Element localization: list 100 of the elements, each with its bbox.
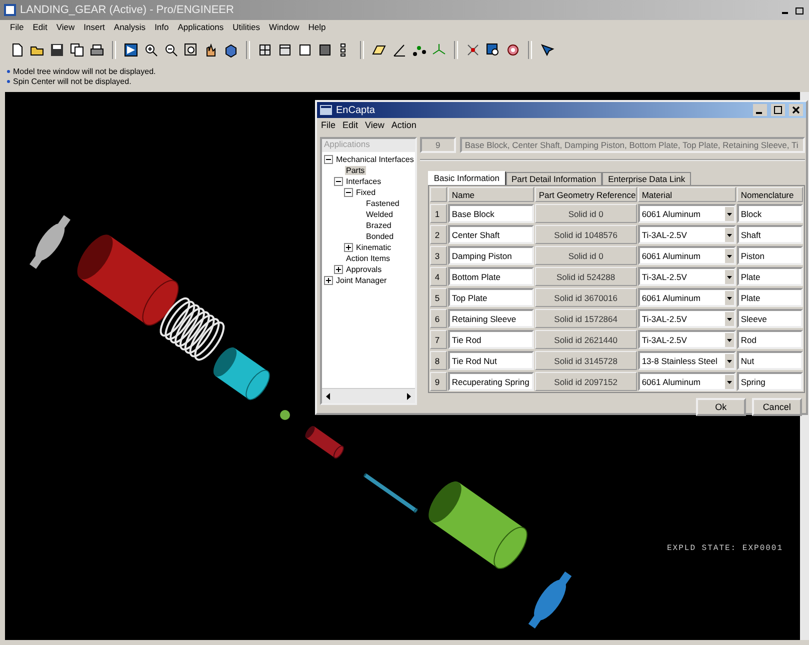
explode-state-label: EXPLD STATE: EXP0001 xyxy=(667,544,784,553)
material-dropdown[interactable]: 6061 Aluminum xyxy=(638,288,736,307)
name-field[interactable]: Tie Rod xyxy=(448,330,534,349)
material-dropdown[interactable]: 6061 Aluminum xyxy=(638,204,736,223)
geometry-button[interactable]: Solid id 524288 xyxy=(534,267,637,286)
expander-icon[interactable] xyxy=(344,243,353,252)
menu-item[interactable]: Applications xyxy=(178,22,224,36)
scroll-left-icon[interactable] xyxy=(324,392,333,400)
expander-icon[interactable] xyxy=(324,276,333,285)
geometry-button[interactable]: Solid id 0 xyxy=(534,246,637,265)
geometry-button[interactable]: Solid id 1572864 xyxy=(534,309,637,328)
nomenclature-field[interactable]: Block xyxy=(736,204,803,223)
nomenclature-field[interactable]: Plate xyxy=(736,288,803,307)
corner-header xyxy=(430,187,447,202)
dialog-button[interactable]: Cancel xyxy=(752,398,802,416)
nomenclature-field[interactable]: Plate xyxy=(736,267,803,286)
tree-item[interactable]: Action Items xyxy=(345,254,392,263)
end-cap xyxy=(528,572,572,628)
material-dropdown[interactable]: Ti-3AL-2.5V xyxy=(638,267,736,286)
tree-item[interactable]: Mechanical Interfaces xyxy=(335,155,415,164)
pages-icon[interactable] xyxy=(68,41,86,59)
menu-item[interactable]: Info xyxy=(154,22,169,36)
restore-icon[interactable] xyxy=(795,5,805,15)
ball xyxy=(280,410,290,420)
menu-item[interactable]: View xyxy=(56,22,75,36)
tree-item[interactable]: Approvals xyxy=(345,265,383,274)
geometry-button[interactable]: Solid id 3670016 xyxy=(534,288,637,307)
column-header[interactable]: Name xyxy=(448,187,534,202)
name-field[interactable]: Top Plate xyxy=(448,288,534,307)
nomenclature-field[interactable]: Sleeve xyxy=(736,309,803,328)
expander-icon[interactable] xyxy=(344,188,353,197)
nomenclature-field[interactable]: Piston xyxy=(736,246,803,265)
maximize-icon[interactable] xyxy=(771,104,785,116)
minimize-icon[interactable] xyxy=(753,104,767,116)
menu-item[interactable]: View xyxy=(365,120,384,134)
material-dropdown[interactable]: Ti-3AL-2.5V xyxy=(638,309,736,328)
menu-item[interactable]: Action xyxy=(391,120,416,134)
material-dropdown[interactable]: Ti-3AL-2.5V xyxy=(638,330,736,349)
nomenclature-field[interactable]: Shaft xyxy=(736,225,803,244)
material-dropdown[interactable]: 13-8 Stainless Steel xyxy=(638,351,736,370)
geometry-button[interactable]: Solid id 2097152 xyxy=(534,372,637,391)
material-dropdown[interactable]: 6061 Aluminum xyxy=(638,372,736,391)
menu-item[interactable]: Utilities xyxy=(232,22,260,36)
expander-icon[interactable] xyxy=(334,177,343,186)
menu-item[interactable]: Window xyxy=(269,22,300,36)
row-number: 7 xyxy=(430,330,447,349)
menu-item[interactable]: File xyxy=(10,22,24,36)
tab[interactable]: Part Detail Information xyxy=(506,172,602,185)
tree-item[interactable]: Bonded xyxy=(365,232,395,241)
nomenclature-field[interactable]: Spring xyxy=(736,372,803,391)
name-field[interactable]: Bottom Plate xyxy=(448,267,534,286)
column-header[interactable]: Material xyxy=(638,187,736,202)
spring xyxy=(160,297,225,361)
tree-item[interactable]: Joint Manager xyxy=(335,276,388,285)
save-icon[interactable] xyxy=(48,41,66,59)
tree-item[interactable]: Parts xyxy=(345,166,366,175)
tree-item[interactable]: Brazed xyxy=(365,221,392,230)
tree-item[interactable]: Fastened xyxy=(365,199,400,208)
name-field[interactable]: Damping Piston xyxy=(448,246,534,265)
window-title: LANDING_GEAR (Active) - Pro/ENGINEER xyxy=(20,4,235,16)
name-field[interactable]: Retaining Sleeve xyxy=(448,309,534,328)
name-field[interactable]: Center Shaft xyxy=(448,225,534,244)
tree-item[interactable]: Kinematic xyxy=(355,243,392,252)
parts-list-field: Base Block, Center Shaft, Damping Piston, Bottom Plate, Top Plate, Retaining Sleeve, Ti xyxy=(460,137,805,153)
menu-item[interactable]: Edit xyxy=(342,120,358,134)
menu-item[interactable]: Analysis xyxy=(114,22,146,36)
app-icon xyxy=(4,4,16,16)
material-dropdown[interactable]: Ti-3AL-2.5V xyxy=(638,225,736,244)
menu-item[interactable]: Help xyxy=(308,22,326,36)
material-dropdown[interactable]: 6061 Aluminum xyxy=(638,246,736,265)
column-header[interactable]: Nomenclature xyxy=(736,187,803,202)
name-field[interactable]: Recuperating Spring xyxy=(448,372,534,391)
tree-item[interactable]: Interfaces xyxy=(345,177,382,186)
nomenclature-field[interactable]: Nut xyxy=(736,351,803,370)
row-number: 2 xyxy=(430,225,447,244)
dialog-button[interactable]: Ok xyxy=(696,398,746,416)
menu-item[interactable]: File xyxy=(321,120,336,134)
row-number: 1 xyxy=(430,204,447,223)
close-icon[interactable] xyxy=(789,104,803,116)
geometry-button[interactable]: Solid id 3145728 xyxy=(534,351,637,370)
nomenclature-field[interactable]: Rod xyxy=(736,330,803,349)
name-field[interactable]: Tie Rod Nut xyxy=(448,351,534,370)
end-cap xyxy=(30,215,70,269)
geometry-button[interactable]: Solid id 1048576 xyxy=(534,225,637,244)
tab[interactable]: Enterprise Data Link xyxy=(602,172,692,185)
name-field[interactable]: Base Block xyxy=(448,204,534,223)
frame-icon[interactable] xyxy=(122,41,140,59)
menu-item[interactable]: Insert xyxy=(84,22,105,36)
tree-item[interactable]: Welded xyxy=(365,210,394,219)
count-field: 9 xyxy=(420,137,456,153)
menu-item[interactable]: Edit xyxy=(32,22,48,36)
tree-item[interactable]: Fixed xyxy=(355,188,377,197)
geometry-button[interactable]: Solid id 2621440 xyxy=(534,330,637,349)
window-icon xyxy=(320,105,332,115)
geometry-button[interactable]: Solid id 0 xyxy=(534,204,637,223)
column-header[interactable]: Part Geometry Reference xyxy=(534,187,637,202)
expander-icon[interactable] xyxy=(334,265,343,274)
tab[interactable]: Basic Information xyxy=(428,171,506,185)
row-number: 9 xyxy=(430,372,447,391)
expander-icon[interactable] xyxy=(324,155,333,164)
